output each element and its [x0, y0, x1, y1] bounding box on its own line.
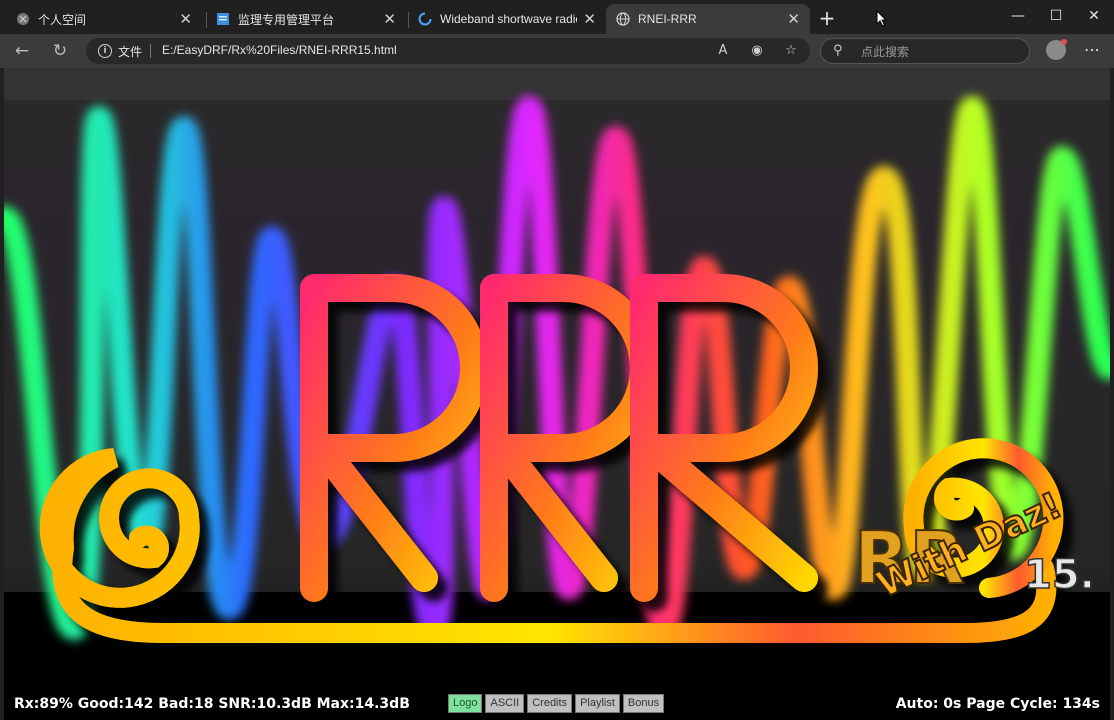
- page-viewport: RR 15. With Daz! Rx:89% Good:142 Bad:18 …: [4, 68, 1110, 720]
- logo-button[interactable]: Logo: [448, 694, 483, 713]
- info-icon[interactable]: i: [98, 44, 112, 58]
- read-aloud-icon[interactable]: A: [714, 42, 732, 60]
- tab-strip: 个人空间 ✕ 监理专用管理平台 ✕ Wideband shortwave rad…: [0, 0, 1114, 36]
- globe-gray-icon: [17, 13, 29, 25]
- search-input[interactable]: [859, 42, 1023, 62]
- tab-title: 个人空间: [38, 12, 87, 27]
- status-bar: Rx:89% Good:142 Bad:18 SNR:10.3dB Max:14…: [4, 686, 1110, 720]
- playlist-button[interactable]: Playlist: [575, 694, 620, 713]
- bonus-button[interactable]: Bonus: [622, 694, 665, 713]
- globe-icon: [616, 12, 630, 26]
- rrr-logo-artwork: RR 15. With Daz!: [4, 68, 1110, 688]
- tab-title: RNEI-RRR: [638, 12, 697, 26]
- maximize-button[interactable]: ☐: [1046, 8, 1066, 26]
- close-icon[interactable]: ✕: [383, 10, 396, 28]
- address-bar[interactable]: i 文件 E:/EasyDRF/Rx%20Files/RNEI-RRR15.ht…: [86, 38, 810, 64]
- mouse-cursor-icon: [876, 10, 888, 27]
- address-divider: [150, 44, 151, 58]
- browser-toolbar: ← ↻ i 文件 E:/EasyDRF/Rx%20Files/RNEI-RRR1…: [0, 34, 1114, 68]
- page-cycle-status: Auto: 0s Page Cycle: 134s: [895, 696, 1100, 712]
- tab-title: 监理专用管理平台: [238, 12, 335, 27]
- search-icon: ⚲: [833, 43, 843, 58]
- ascii-button[interactable]: ASCII: [485, 694, 525, 713]
- top-band: [4, 68, 1110, 100]
- new-tab-button[interactable]: +: [818, 8, 836, 28]
- more-options-icon[interactable]: ⋯: [1084, 40, 1100, 59]
- close-icon[interactable]: ✕: [787, 10, 800, 28]
- tab-wideband-receiver[interactable]: Wideband shortwave radio receiv ✕: [408, 4, 606, 34]
- url-text[interactable]: E:/EasyDRF/Rx%20Files/RNEI-RRR15.html: [162, 43, 397, 57]
- tab-personal-space[interactable]: 个人空间 ✕: [6, 4, 202, 34]
- tab-title: Wideband shortwave radio receiv: [440, 12, 577, 26]
- security-chip[interactable]: 文件: [118, 43, 142, 60]
- minimize-button[interactable]: —: [1008, 8, 1028, 26]
- profile-avatar[interactable]: [1046, 39, 1067, 60]
- credits-button[interactable]: Credits: [527, 694, 573, 713]
- extension-icon[interactable]: ◉: [748, 42, 766, 60]
- close-icon[interactable]: ✕: [583, 10, 596, 28]
- favorite-star-icon[interactable]: ☆: [782, 42, 800, 60]
- close-window-button[interactable]: ✕: [1084, 8, 1104, 26]
- tab-rnei-rrr[interactable]: RNEI-RRR ✕: [606, 4, 810, 34]
- close-icon[interactable]: ✕: [179, 10, 192, 28]
- reception-stats: Rx:89% Good:142 Bad:18 SNR:10.3dB Max:14…: [14, 696, 410, 712]
- blue-doc-icon: [217, 13, 229, 25]
- mode-button-group: Logo ASCII Credits Playlist Bonus: [448, 694, 665, 713]
- loading-spinner-icon: [418, 12, 432, 26]
- tab-supervision-platform[interactable]: 监理专用管理平台 ✕: [206, 4, 406, 34]
- badge-version: 15.: [1024, 552, 1095, 598]
- refresh-button[interactable]: ↻: [50, 41, 70, 61]
- back-button[interactable]: ←: [12, 41, 32, 61]
- search-box[interactable]: ⚲: [820, 38, 1030, 64]
